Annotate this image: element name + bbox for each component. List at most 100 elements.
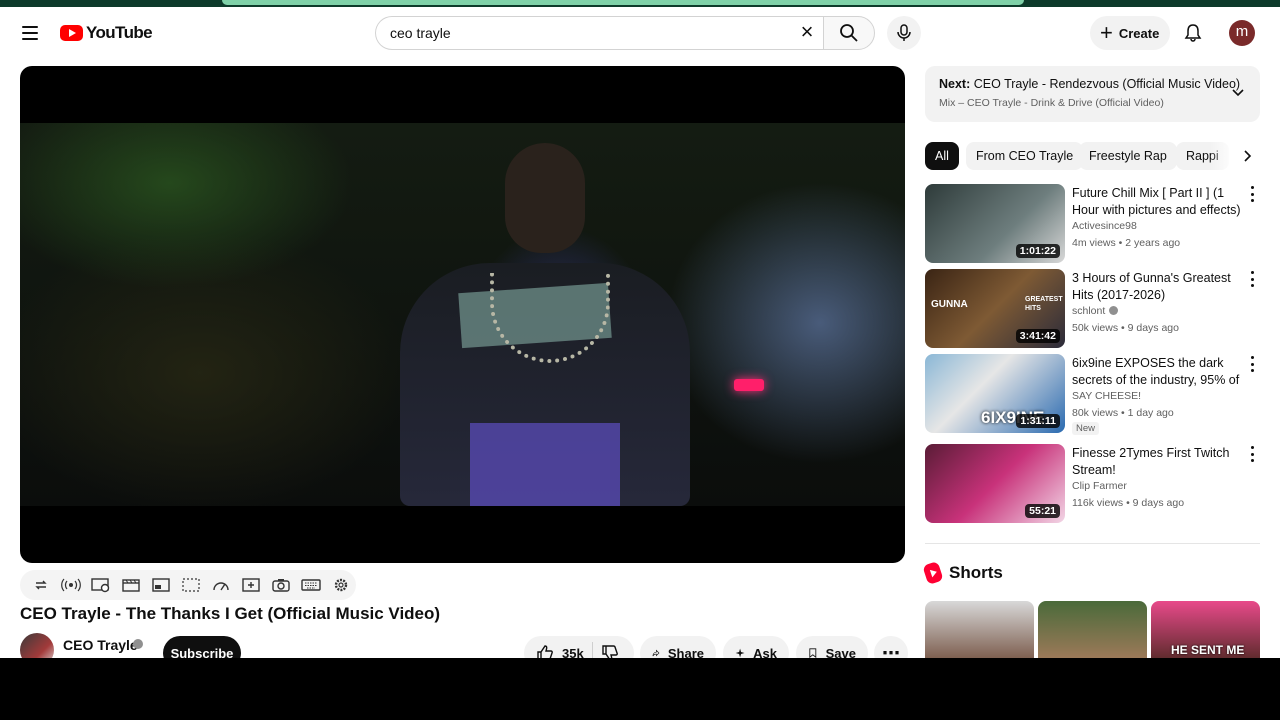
notifications-bell-icon[interactable] xyxy=(1180,20,1206,46)
screenshot-icon[interactable] xyxy=(270,574,292,596)
ambient-icon[interactable] xyxy=(60,574,82,596)
shorts-label: Shorts xyxy=(949,563,1003,582)
save-button[interactable]: Save xyxy=(796,636,868,658)
channel-name[interactable]: CEO Trayle xyxy=(63,637,138,653)
recommendation-meta: 80k views • 1 day ago xyxy=(1072,407,1174,419)
frame-head xyxy=(505,143,585,253)
filter-chips: All From CEO Trayle Freestyle Rap Rappi xyxy=(925,142,1260,170)
chip-from-ceo-trayle[interactable]: From CEO Trayle xyxy=(966,142,1084,170)
chevron-down-icon[interactable] xyxy=(1230,84,1246,100)
up-next-prefix: Next: xyxy=(939,77,971,91)
chip-all[interactable]: All xyxy=(925,142,959,170)
share-button[interactable]: Share xyxy=(640,636,716,658)
up-next-title[interactable]: CEO Trayle - Rendezvous (Official Music … xyxy=(974,77,1240,91)
youtube-play-icon xyxy=(60,25,83,41)
shorts-header: Shorts xyxy=(922,561,1003,585)
share-label: Share xyxy=(667,645,704,659)
duration-badge: 55:21 xyxy=(1025,504,1060,518)
short-thumbnail[interactable]: HE SENT ME xyxy=(1151,601,1260,658)
video-title: CEO Trayle - The Thanks I Get (Official … xyxy=(20,604,441,623)
more-options-icon[interactable] xyxy=(1246,446,1258,462)
thumb-text-hits: GREATEST HITS xyxy=(1025,296,1063,312)
shorts-logo-icon xyxy=(922,561,944,585)
video-thumbnail[interactable]: GUNNA GREATEST HITS 3:41:42 xyxy=(925,269,1065,348)
account-avatar[interactable]: m xyxy=(1229,20,1255,46)
plus-icon: + xyxy=(1100,20,1113,45)
new-badge: New xyxy=(1072,422,1100,435)
recommendation-title[interactable]: 6ix9ine EXPOSES the dark secrets of the … xyxy=(1072,355,1242,389)
youtube-logo[interactable]: YouTube xyxy=(60,22,153,44)
like-separator xyxy=(591,642,593,658)
subscribe-button[interactable]: Subscribe xyxy=(163,636,241,658)
duration-badge: 3:41:42 xyxy=(1015,329,1060,343)
more-options-icon[interactable] xyxy=(1246,356,1258,372)
frame-pants xyxy=(470,423,620,506)
speed-icon[interactable] xyxy=(210,574,232,596)
chips-next-button[interactable] xyxy=(1210,142,1260,170)
settings-gear-icon[interactable] xyxy=(330,574,352,596)
clear-search-icon[interactable]: × xyxy=(795,21,819,45)
logo-text: YouTube xyxy=(86,23,153,42)
menu-icon[interactable] xyxy=(16,19,44,47)
theater-icon[interactable] xyxy=(120,574,142,596)
recommendation-item[interactable]: GUNNA GREATEST HITS 3:41:42 3 Hours of G… xyxy=(925,269,1260,349)
video-thumbnail[interactable]: 1:01:22 xyxy=(925,184,1065,263)
up-next-subtitle: Mix – CEO Trayle - Drink & Drive (Offici… xyxy=(939,97,1164,109)
thumbs-up-icon[interactable] xyxy=(536,644,554,658)
recommendation-item[interactable]: 55:21 Finesse 2Tymes First Twitch Stream… xyxy=(925,444,1260,524)
video-thumbnail[interactable]: 6IX9INE 1:31:11 xyxy=(925,354,1065,433)
search-input[interactable] xyxy=(390,25,770,41)
thumbs-down-icon[interactable] xyxy=(601,644,619,658)
more-options-icon[interactable] xyxy=(1246,271,1258,287)
verified-icon xyxy=(133,639,143,649)
share-icon xyxy=(652,649,660,657)
recommendation-meta: 4m views • 2 years ago xyxy=(1072,237,1181,249)
recommendation-meta: 116k views • 9 days ago xyxy=(1072,497,1185,509)
more-options-icon[interactable] xyxy=(1246,186,1258,202)
youtube-watch-page: YouTube × + Create m xyxy=(0,0,1280,658)
recommendation-channel[interactable]: Clip Farmer xyxy=(1072,480,1127,492)
chip-freestyle-rap[interactable]: Freestyle Rap xyxy=(1079,142,1177,170)
recommendation-channel[interactable]: Activesince98 xyxy=(1072,220,1137,232)
captions-icon[interactable] xyxy=(180,574,202,596)
recommendation-title[interactable]: 3 Hours of Gunna's Greatest Hits (2017-2… xyxy=(1072,270,1242,304)
player-toolbar xyxy=(20,570,356,600)
cast-icon[interactable] xyxy=(90,574,112,596)
search-icon xyxy=(840,24,858,42)
recommendation-channel[interactable]: SAY CHEESE! xyxy=(1072,390,1141,402)
voice-search-button[interactable] xyxy=(887,16,921,50)
recommendation-item[interactable]: 1:01:22 Future Chill Mix [ Part II ] (1 … xyxy=(925,184,1260,264)
search-box[interactable]: × xyxy=(375,16,823,50)
short-thumbnail[interactable] xyxy=(1038,601,1147,658)
section-divider xyxy=(925,543,1260,544)
channel-avatar[interactable] xyxy=(20,633,54,658)
recommendation-channel[interactable]: schlont xyxy=(1072,305,1105,317)
short-caption: HE SENT ME xyxy=(1171,643,1245,657)
recommendation-title[interactable]: Future Chill Mix [ Part II ] (1 Hour wit… xyxy=(1072,185,1242,219)
short-thumbnail[interactable] xyxy=(925,601,1034,658)
like-count: 35k xyxy=(562,645,584,659)
more-actions-icon[interactable]: ⋯ xyxy=(874,636,908,658)
keyboard-icon[interactable] xyxy=(300,574,322,596)
duration-badge: 1:01:22 xyxy=(1015,244,1060,258)
verified-icon xyxy=(1109,306,1119,315)
duration-badge: 1:31:11 xyxy=(1016,414,1060,428)
add-icon[interactable] xyxy=(240,574,262,596)
thumb-text-gunna: GUNNA xyxy=(931,299,968,310)
create-button[interactable]: + Create xyxy=(1090,16,1170,50)
video-thumbnail[interactable]: 55:21 xyxy=(925,444,1065,523)
microphone-icon xyxy=(897,24,911,41)
up-next-panel[interactable]: Next: CEO Trayle - Rendezvous (Official … xyxy=(925,66,1260,122)
search-button[interactable] xyxy=(823,16,875,50)
ask-label: Ask xyxy=(753,645,777,659)
sparkle-icon xyxy=(735,648,745,658)
recommendation-meta: 50k views • 9 days ago xyxy=(1072,322,1179,334)
ask-button[interactable]: Ask xyxy=(723,636,789,658)
recommendation-title[interactable]: Finesse 2Tymes First Twitch Stream! xyxy=(1072,445,1242,479)
recommendation-item[interactable]: 6IX9INE 1:31:11 6ix9ine EXPOSES the dark… xyxy=(925,354,1260,435)
miniplayer-icon[interactable] xyxy=(150,574,172,596)
loop-icon[interactable] xyxy=(30,574,52,596)
like-dislike-button[interactable]: 35k xyxy=(524,636,634,658)
create-label: Create xyxy=(1118,25,1160,41)
video-player[interactable] xyxy=(20,66,905,563)
